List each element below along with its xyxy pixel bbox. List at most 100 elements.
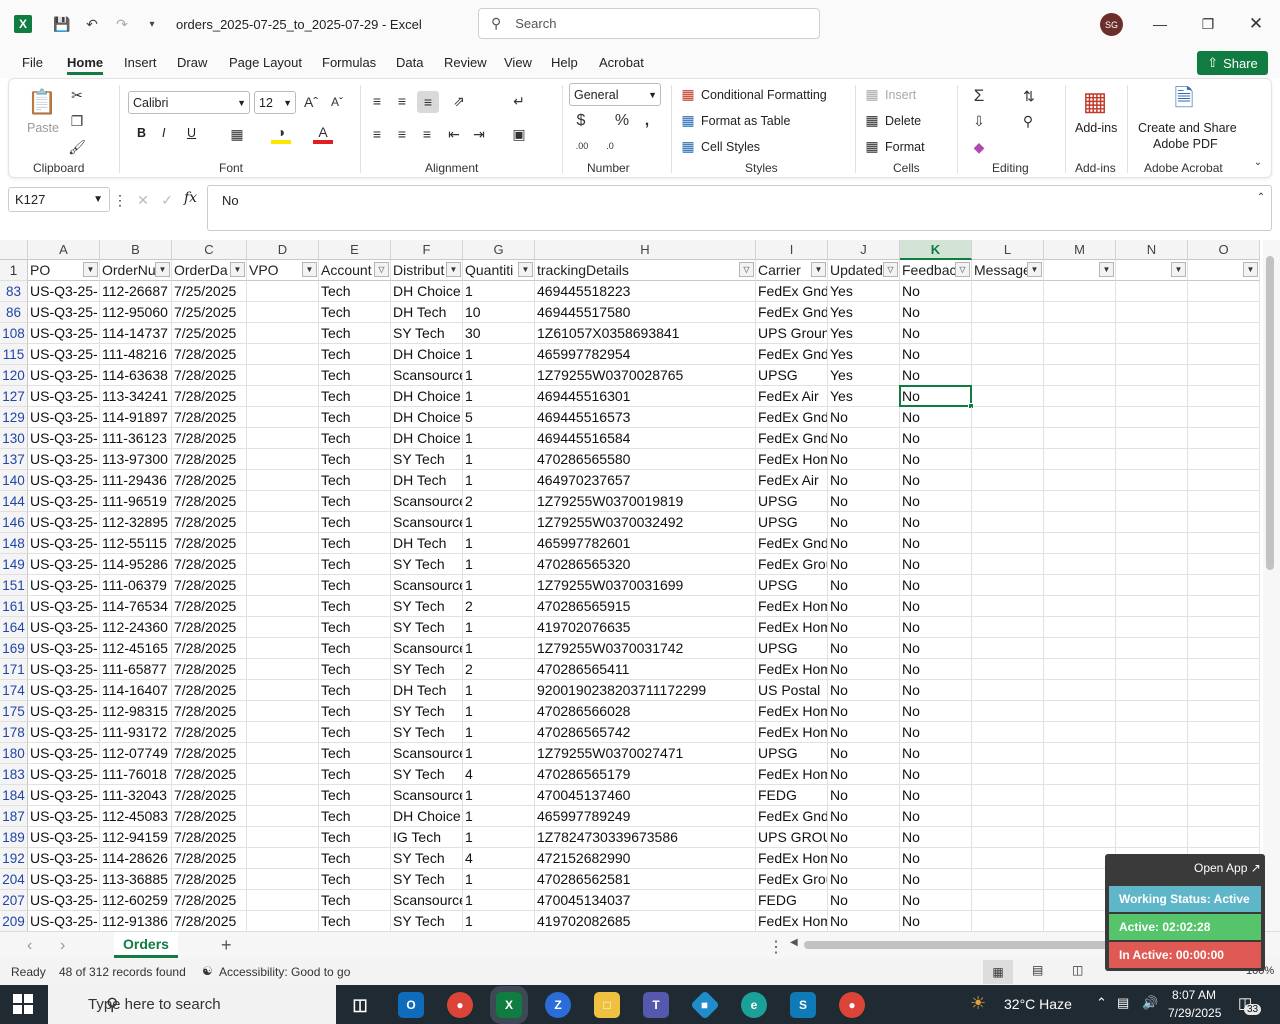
row-header[interactable]: 1 bbox=[0, 260, 28, 281]
table-cell[interactable]: 7/25/2025 bbox=[172, 302, 247, 323]
table-cell[interactable]: US Postal bbox=[756, 680, 828, 701]
table-cell[interactable]: 111-65877 bbox=[100, 659, 172, 680]
table-cell[interactable] bbox=[972, 911, 1044, 931]
column-header-n[interactable]: N bbox=[1116, 240, 1188, 260]
table-cell[interactable] bbox=[1188, 785, 1260, 806]
task-view-icon[interactable]: ◫ bbox=[347, 992, 373, 1018]
table-cell[interactable] bbox=[1188, 617, 1260, 638]
table-cell[interactable]: 2 bbox=[463, 596, 535, 617]
table-cell[interactable] bbox=[1116, 827, 1188, 848]
table-header-cell[interactable]: Message ▼ bbox=[972, 260, 1044, 281]
table-cell[interactable]: SY Tech bbox=[391, 701, 463, 722]
table-cell[interactable]: No bbox=[900, 659, 972, 680]
table-cell[interactable]: 1Z7824730339673586 bbox=[535, 827, 756, 848]
table-cell[interactable]: FedEx Gnd bbox=[756, 344, 828, 365]
table-cell[interactable] bbox=[1044, 491, 1116, 512]
table-cell[interactable] bbox=[1044, 785, 1116, 806]
table-cell[interactable]: 111-76018 bbox=[100, 764, 172, 785]
table-cell[interactable]: 7/28/2025 bbox=[172, 344, 247, 365]
table-cell[interactable]: Tech bbox=[319, 533, 391, 554]
table-cell[interactable]: No bbox=[900, 848, 972, 869]
create-share-label[interactable]: Create and Share bbox=[1138, 121, 1237, 135]
table-cell[interactable]: UPSG bbox=[756, 743, 828, 764]
table-cell[interactable]: No bbox=[900, 512, 972, 533]
table-cell[interactable] bbox=[1116, 365, 1188, 386]
table-cell[interactable] bbox=[972, 407, 1044, 428]
table-header-cell[interactable]: VPO ▼ bbox=[247, 260, 319, 281]
tab-split-icon[interactable]: ⋮ bbox=[768, 937, 784, 957]
table-cell[interactable]: 112-07749 bbox=[100, 743, 172, 764]
table-cell[interactable]: Yes bbox=[828, 281, 900, 302]
table-cell[interactable] bbox=[1116, 386, 1188, 407]
row-header[interactable]: 120 bbox=[0, 365, 28, 386]
table-cell[interactable] bbox=[247, 848, 319, 869]
table-cell[interactable] bbox=[972, 617, 1044, 638]
table-cell[interactable]: 469445518223 bbox=[535, 281, 756, 302]
volume-icon[interactable]: 🔊 bbox=[1142, 995, 1158, 1011]
table-cell[interactable]: FedEx Gnd bbox=[756, 281, 828, 302]
table-cell[interactable]: US-Q3-25- bbox=[28, 386, 100, 407]
filter-applied-icon[interactable]: ▽ bbox=[374, 262, 389, 277]
table-cell[interactable] bbox=[1188, 365, 1260, 386]
underline-button[interactable]: U bbox=[187, 126, 196, 140]
table-cell[interactable]: 112-94159 bbox=[100, 827, 172, 848]
table-cell[interactable] bbox=[247, 869, 319, 890]
column-header-a[interactable]: A bbox=[28, 240, 100, 260]
table-cell[interactable] bbox=[247, 365, 319, 386]
row-header[interactable]: 146 bbox=[0, 512, 28, 533]
table-cell[interactable] bbox=[247, 722, 319, 743]
table-cell[interactable] bbox=[972, 659, 1044, 680]
table-cell[interactable]: 30 bbox=[463, 323, 535, 344]
table-cell[interactable] bbox=[1044, 806, 1116, 827]
table-cell[interactable] bbox=[1188, 659, 1260, 680]
table-cell[interactable] bbox=[1116, 491, 1188, 512]
row-header[interactable]: 140 bbox=[0, 470, 28, 491]
table-cell[interactable] bbox=[972, 365, 1044, 386]
column-header-j[interactable]: J bbox=[828, 240, 900, 260]
italic-button[interactable]: I bbox=[162, 126, 165, 140]
table-cell[interactable]: 7/28/2025 bbox=[172, 806, 247, 827]
table-cell[interactable] bbox=[972, 470, 1044, 491]
table-cell[interactable]: 1 bbox=[463, 911, 535, 931]
table-cell[interactable] bbox=[247, 428, 319, 449]
table-cell[interactable]: 9200190238203711172299 bbox=[535, 680, 756, 701]
page-break-icon[interactable]: ◫ bbox=[1072, 963, 1083, 977]
table-cell[interactable]: US-Q3-25- bbox=[28, 554, 100, 575]
table-cell[interactable]: No bbox=[828, 554, 900, 575]
table-cell[interactable]: 112-45165 bbox=[100, 638, 172, 659]
table-cell[interactable] bbox=[1116, 806, 1188, 827]
table-cell[interactable] bbox=[972, 554, 1044, 575]
table-cell[interactable]: 10 bbox=[463, 302, 535, 323]
row-header[interactable]: 108 bbox=[0, 323, 28, 344]
undo-icon[interactable]: ↶ bbox=[82, 14, 102, 34]
table-cell[interactable]: 7/25/2025 bbox=[172, 281, 247, 302]
table-header-cell[interactable]: Updated ▽ bbox=[828, 260, 900, 281]
table-cell[interactable]: 1 bbox=[463, 743, 535, 764]
table-cell[interactable] bbox=[247, 407, 319, 428]
table-cell[interactable]: No bbox=[900, 554, 972, 575]
column-header-e[interactable]: E bbox=[319, 240, 391, 260]
paste-button-label[interactable]: Paste bbox=[27, 121, 59, 135]
table-cell[interactable]: No bbox=[828, 827, 900, 848]
table-cell[interactable] bbox=[1188, 827, 1260, 848]
table-cell[interactable]: 1Z79255W0370032492 bbox=[535, 512, 756, 533]
align-middle-icon[interactable]: ≡ bbox=[392, 91, 412, 111]
table-cell[interactable]: DH Choice bbox=[391, 407, 463, 428]
align-center-icon[interactable]: ≡ bbox=[392, 124, 412, 144]
sort-filter-icon[interactable]: ⇅ bbox=[1017, 85, 1041, 107]
table-cell[interactable]: 1 bbox=[463, 701, 535, 722]
table-cell[interactable]: 1 bbox=[463, 638, 535, 659]
table-cell[interactable]: No bbox=[828, 722, 900, 743]
table-cell[interactable]: 470286562581 bbox=[535, 869, 756, 890]
spreadsheet-grid[interactable]: A B C D E F G H I J K L M N O 1 PO ▼ OrderNu ▼ OrderDa ▼ VPO ▼ A… bbox=[0, 240, 1262, 931]
table-cell[interactable]: FedEx Air bbox=[756, 386, 828, 407]
table-cell[interactable]: No bbox=[828, 533, 900, 554]
table-cell[interactable]: Tech bbox=[319, 491, 391, 512]
filter-dropdown-icon[interactable]: ▼ bbox=[446, 262, 461, 277]
table-cell[interactable]: UPS GROU bbox=[756, 827, 828, 848]
table-cell[interactable]: UPSG bbox=[756, 575, 828, 596]
show-hidden-icons-icon[interactable]: ⌃ bbox=[1096, 995, 1107, 1011]
table-cell[interactable] bbox=[247, 638, 319, 659]
row-header[interactable]: 169 bbox=[0, 638, 28, 659]
decrease-indent-icon[interactable]: ⇤ bbox=[444, 124, 464, 144]
